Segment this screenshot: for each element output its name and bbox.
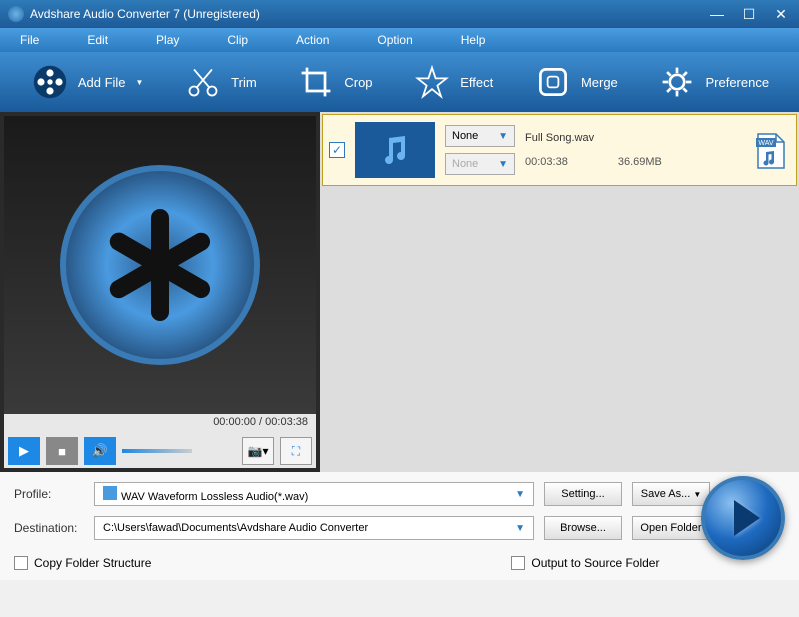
wheel-artwork (60, 165, 260, 365)
svg-text:WAV: WAV (758, 140, 773, 147)
merge-square-icon (533, 62, 573, 102)
menu-file[interactable]: File (20, 33, 39, 47)
effect-button[interactable]: Effect (412, 62, 493, 102)
toolbar-label: Crop (344, 75, 372, 90)
file-duration: 00:03:38 (525, 156, 568, 168)
wav-format-icon (103, 486, 117, 500)
file-name: Full Song.wav (525, 132, 740, 144)
fullscreen-button[interactable]: ⛶ (280, 437, 312, 465)
menubar: File Edit Play Clip Action Option Help (0, 28, 799, 52)
snapshot-button[interactable]: 📷▾ (242, 437, 274, 465)
menu-help[interactable]: Help (461, 33, 486, 47)
menu-edit[interactable]: Edit (87, 33, 108, 47)
menu-clip[interactable]: Clip (227, 33, 248, 47)
output-source-checkbox[interactable] (511, 556, 525, 570)
maximize-button[interactable]: ☐ (739, 6, 759, 23)
gear-icon (657, 62, 697, 102)
file-thumbnail (355, 122, 435, 178)
stop-button[interactable]: ■ (46, 437, 78, 465)
play-button[interactable]: ▶ (8, 437, 40, 465)
trim-button[interactable]: Trim (183, 62, 257, 102)
output-source-label: Output to Source Folder (531, 556, 659, 570)
browse-button[interactable]: Browse... (544, 516, 622, 540)
chevron-down-icon: ▼ (136, 78, 144, 87)
toolbar-label: Preference (705, 75, 769, 90)
file-checkbox[interactable]: ✓ (329, 142, 345, 158)
toolbar-label: Effect (460, 75, 493, 90)
copy-folder-checkbox[interactable] (14, 556, 28, 570)
chevron-down-icon: ▼ (515, 489, 525, 500)
profile-label: Profile: (14, 487, 84, 501)
toolbar-label: Trim (231, 75, 257, 90)
titlebar: Avdshare Audio Converter 7 (Unregistered… (0, 0, 799, 28)
menu-action[interactable]: Action (296, 33, 329, 47)
playback-controls: ▶ ■ 🔊 📷▾ ⛶ (4, 434, 316, 468)
app-icon (8, 6, 24, 22)
merge-button[interactable]: Merge (533, 62, 618, 102)
star-icon (412, 62, 452, 102)
crop-icon (296, 62, 336, 102)
toolbar-label: Merge (581, 75, 618, 90)
bottom-panel: Profile: WAV Waveform Lossless Audio(*.w… (0, 472, 799, 580)
saveas-button[interactable]: Save As... ▼ (632, 482, 710, 506)
setting-button[interactable]: Setting... (544, 482, 622, 506)
volume-button[interactable]: 🔊 (84, 437, 116, 465)
profile-select[interactable]: WAV Waveform Lossless Audio(*.wav) ▼ (94, 482, 534, 506)
destination-label: Destination: (14, 521, 84, 535)
menu-option[interactable]: Option (377, 33, 412, 47)
copy-folder-label: Copy Folder Structure (34, 556, 151, 570)
menu-play[interactable]: Play (156, 33, 179, 47)
music-note-icon (375, 130, 415, 170)
file-list-panel: ✓ None▼ None▼ Full Song.wav 00:03:38 36.… (320, 112, 799, 472)
chevron-down-icon: ▼ (515, 523, 525, 534)
window-title: Avdshare Audio Converter 7 (Unregistered… (30, 7, 707, 21)
crop-button[interactable]: Crop (296, 62, 372, 102)
file-format-icon: WAV (750, 130, 790, 170)
destination-select[interactable]: C:\Users\fawad\Documents\Avdshare Audio … (94, 516, 534, 540)
add-file-button[interactable]: Add File ▼ (30, 62, 144, 102)
open-folder-button[interactable]: Open Folder (632, 516, 710, 540)
toolbar: Add File ▼ Trim Crop Effect Merge Prefere… (0, 52, 799, 112)
scissors-icon (183, 62, 223, 102)
preview-panel: 00:00:00 / 00:03:38 ▶ ■ 🔊 📷▾ ⛶ (0, 112, 320, 472)
file-size: 36.69MB (618, 156, 662, 168)
close-button[interactable]: ✕ (771, 6, 791, 23)
play-icon (734, 500, 760, 536)
main-area: 00:00:00 / 00:03:38 ▶ ■ 🔊 📷▾ ⛶ ✓ None▼ N… (0, 112, 799, 472)
convert-button[interactable] (701, 476, 785, 560)
film-reel-icon (30, 62, 70, 102)
file-list-item[interactable]: ✓ None▼ None▼ Full Song.wav 00:03:38 36.… (322, 114, 797, 186)
file-dropdown-2[interactable]: None▼ (445, 153, 515, 175)
file-info: Full Song.wav 00:03:38 36.69MB (525, 132, 740, 168)
preview-viewport (4, 116, 316, 414)
file-dropdown-1[interactable]: None▼ (445, 125, 515, 147)
preference-button[interactable]: Preference (657, 62, 769, 102)
volume-slider[interactable] (122, 449, 192, 453)
toolbar-label: Add File (78, 75, 126, 90)
playback-time: 00:00:00 / 00:03:38 (4, 414, 316, 434)
minimize-button[interactable]: — (707, 6, 727, 23)
